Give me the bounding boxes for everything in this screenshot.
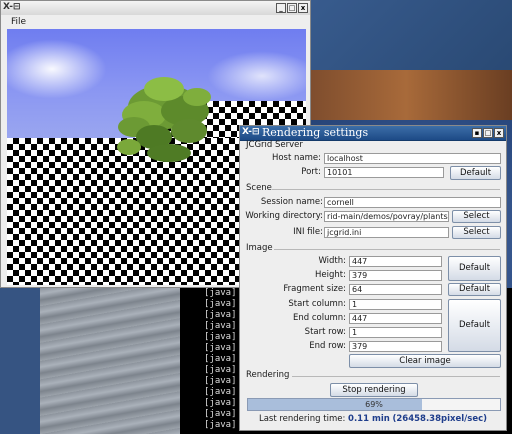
server-default-button[interactable]: Default — [450, 166, 501, 180]
session-field[interactable]: cornell — [324, 197, 501, 208]
progress-text: 69% — [365, 400, 383, 409]
end-row-label: End row: — [309, 341, 346, 351]
terminal-line: [java] — [204, 332, 237, 342]
menubar: File — [1, 15, 310, 29]
terminal-line: [java] — [204, 376, 237, 386]
end-row-field[interactable]: 379 — [349, 341, 442, 352]
plant-render — [117, 77, 211, 162]
fragment-label: Fragment size: — [283, 284, 346, 294]
maximize-button[interactable]: □ — [287, 3, 297, 13]
fragment-field[interactable]: 64 — [349, 284, 442, 295]
height-field[interactable]: 379 — [349, 270, 442, 281]
ini-label: INI file: — [293, 227, 323, 237]
last-time-label: Last rendering time: — [258, 414, 346, 424]
terminal-line: [java] — [204, 299, 237, 309]
terminal-line: [java] — [204, 354, 237, 364]
terminal-line: [java] — [204, 365, 237, 375]
terminal-line: [java] — [204, 343, 237, 353]
window-menu-icon[interactable]: X-⊟ — [3, 2, 21, 13]
start-column-label: Start column: — [288, 299, 346, 309]
host-label: Host name: — [271, 153, 321, 163]
terminal-line: [java] — [204, 310, 237, 320]
cloud — [7, 39, 107, 99]
rendering-settings-window[interactable]: X-⊟ Rendering settings ▪ □ x JCGrid Serv… — [239, 125, 507, 431]
minimize-button[interactable]: _ — [276, 3, 286, 13]
port-field[interactable]: 10101 — [324, 167, 444, 178]
workdir-label: Working directory: — [245, 211, 323, 221]
window-controls: ▪ □ x — [472, 128, 504, 138]
window-controls: _ □ x — [276, 3, 308, 13]
last-time-rate: (26458.38pixel/sec) — [392, 414, 488, 424]
height-label: Height: — [315, 270, 346, 280]
start-row-field[interactable]: 1 — [349, 327, 442, 338]
section-title-server: JCGrid Server — [246, 140, 303, 150]
port-label: Port: — [301, 167, 321, 177]
ini-field[interactable]: jcgrid.ini — [324, 227, 449, 238]
section-title-scene: Scene — [246, 183, 272, 193]
section-divider — [272, 189, 500, 190]
terminal-line: [java] — [204, 420, 237, 430]
settings-titlebar[interactable]: X-⊟ Rendering settings ▪ □ x — [240, 126, 506, 141]
terminal-line: [java] — [204, 387, 237, 397]
stop-rendering-button[interactable]: Stop rendering — [330, 383, 418, 397]
last-rendering-time: Last rendering time: 0.11 min (26458.38p… — [240, 414, 506, 424]
window-menu-icon[interactable]: X-⊟ — [242, 127, 260, 138]
width-label: Width: — [318, 256, 346, 266]
section-divider — [274, 249, 500, 250]
minimize-button[interactable]: ▪ — [472, 128, 482, 138]
desktop-background-gray — [40, 288, 180, 434]
menu-file[interactable]: File — [11, 17, 26, 27]
start-column-field[interactable]: 1 — [349, 299, 442, 310]
clear-image-button[interactable]: Clear image — [349, 354, 501, 368]
region-default-button[interactable]: Default — [448, 299, 501, 352]
host-field[interactable]: localhost — [324, 153, 501, 164]
desktop-background-left — [0, 288, 40, 434]
section-title-rendering: Rendering — [246, 370, 290, 380]
terminal-line: [java] — [204, 321, 237, 331]
workdir-field[interactable]: rid-main/demos/povray/plants — [324, 211, 449, 222]
end-column-label: End column: — [292, 313, 346, 323]
window-title: Rendering settings — [262, 126, 369, 139]
section-divider — [292, 376, 500, 377]
size-default-button[interactable]: Default — [448, 256, 501, 281]
terminal-line: [java] — [204, 409, 237, 419]
end-column-field[interactable]: 447 — [349, 313, 442, 324]
terminal-line: [java] — [204, 288, 237, 298]
start-row-label: Start row: — [304, 327, 346, 337]
maximize-button[interactable]: □ — [483, 128, 493, 138]
fragment-default-button[interactable]: Default — [448, 283, 501, 296]
workdir-select-button[interactable]: Select — [452, 210, 501, 223]
render-progress-bar: 69% — [247, 398, 501, 411]
last-time-value: 0.11 min — [348, 414, 390, 424]
session-label: Session name: — [260, 197, 323, 207]
close-button[interactable]: x — [494, 128, 504, 138]
width-field[interactable]: 447 — [349, 256, 442, 267]
close-button[interactable]: x — [298, 3, 308, 13]
cloud — [207, 51, 306, 101]
render-window-titlebar[interactable]: X-⊟ _ □ x — [1, 1, 310, 16]
ini-select-button[interactable]: Select — [452, 226, 501, 239]
section-title-image: Image — [246, 243, 273, 253]
terminal-line: [java] — [204, 398, 237, 408]
